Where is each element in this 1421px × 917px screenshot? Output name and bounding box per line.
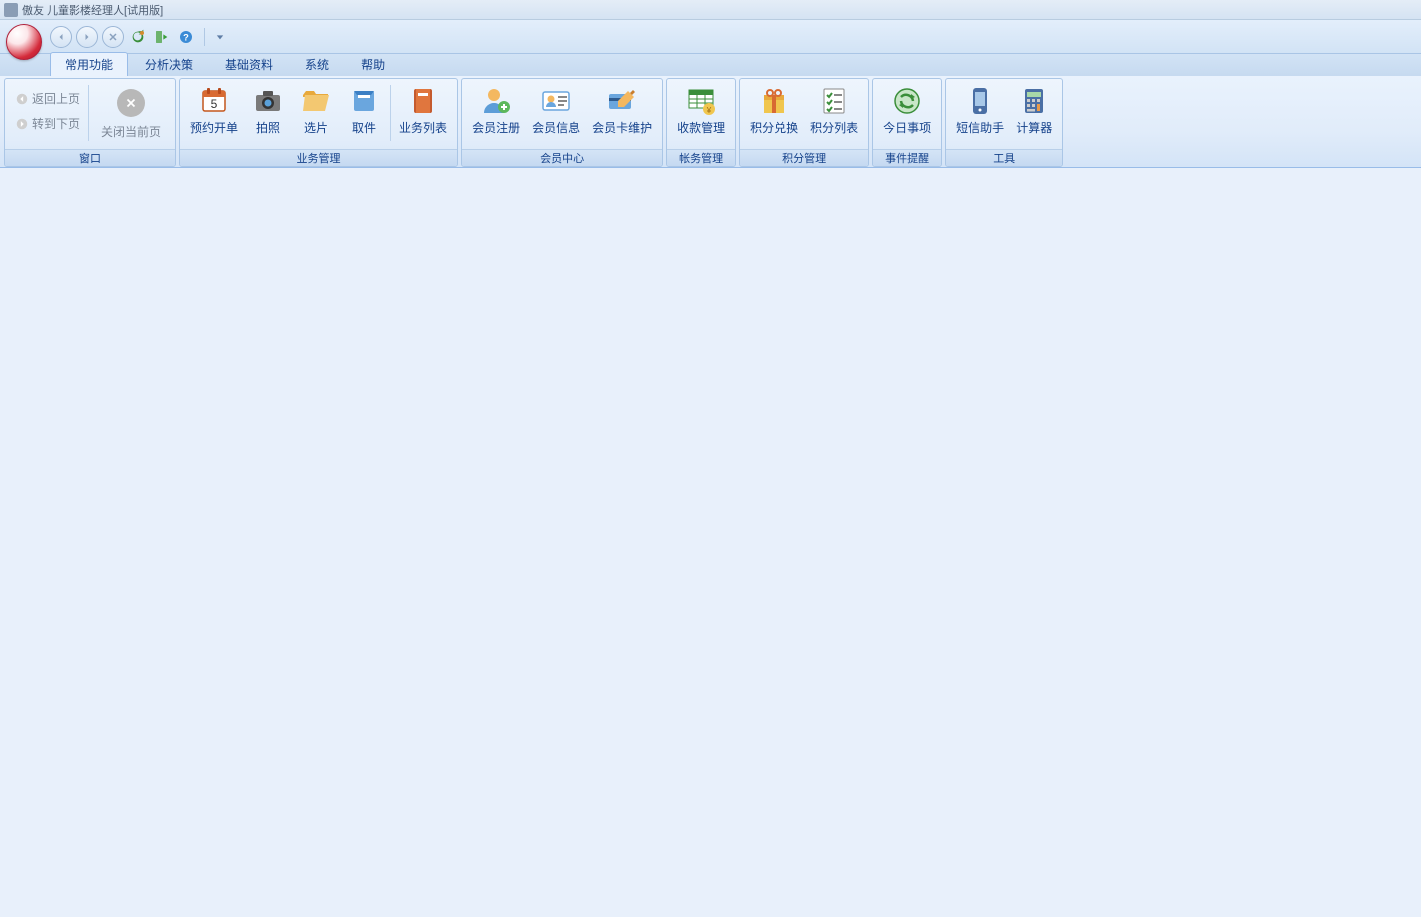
forward-page-label: 转到下页 — [32, 115, 80, 132]
group-reminder: 今日事项 事件提醒 — [872, 78, 942, 167]
group-title: 积分管理 — [740, 149, 868, 166]
pickup-label: 取件 — [352, 119, 376, 136]
points-list-label: 积分列表 — [810, 119, 858, 136]
today-label: 今日事项 — [883, 119, 931, 136]
nav-back-button[interactable] — [50, 26, 72, 48]
close-circle-icon — [117, 89, 145, 117]
close-page-label: 关闭当前页 — [101, 123, 161, 140]
tab-basedata[interactable]: 基础资料 — [210, 52, 288, 76]
group-title: 事件提醒 — [873, 149, 941, 166]
phone-icon — [964, 85, 996, 117]
select-button[interactable]: 选片 — [292, 81, 340, 145]
user-add-icon — [480, 85, 512, 117]
book-icon — [407, 85, 439, 117]
separator — [204, 28, 205, 46]
refresh-circle-icon — [891, 85, 923, 117]
close-page-button[interactable]: 关闭当前页 — [91, 81, 171, 145]
select-label: 选片 — [304, 119, 328, 136]
photo-label: 拍照 — [256, 119, 280, 136]
tab-help[interactable]: 帮助 — [346, 52, 400, 76]
back-page-label: 返回上页 — [32, 90, 80, 107]
pickup-button[interactable]: 取件 — [340, 81, 388, 145]
member-info-button[interactable]: 会员信息 — [526, 81, 586, 145]
photo-button[interactable]: 拍照 — [244, 81, 292, 145]
help-button[interactable]: ? — [176, 27, 196, 47]
title-bar: 傲友 儿童影楼经理人[试用版] — [0, 0, 1421, 20]
table-money-icon: ¥ — [685, 85, 717, 117]
member-card-button[interactable]: 会员卡维护 — [586, 81, 658, 145]
member-register-button[interactable]: 会员注册 — [466, 81, 526, 145]
collect-label: 收款管理 — [677, 119, 725, 136]
calculator-icon — [1018, 85, 1050, 117]
calc-label: 计算器 — [1016, 119, 1052, 136]
booking-button[interactable]: 5 预约开单 — [184, 81, 244, 145]
group-business: 5 预约开单 拍照 选片 取件 业务列表 业务管理 — [179, 78, 458, 167]
group-member: 会员注册 会员信息 会员卡维护 会员中心 — [461, 78, 663, 167]
calc-button[interactable]: 计算器 — [1010, 81, 1058, 145]
app-menu-button[interactable] — [6, 24, 42, 60]
content-area — [0, 168, 1421, 917]
group-title: 会员中心 — [462, 149, 662, 166]
chevron-down-icon — [216, 33, 224, 41]
svg-text:5: 5 — [211, 97, 218, 111]
member-card-label: 会员卡维护 — [592, 119, 652, 136]
member-info-label: 会员信息 — [532, 119, 580, 136]
sms-button[interactable]: 短信助手 — [950, 81, 1010, 145]
points-list-button[interactable]: 积分列表 — [804, 81, 864, 145]
group-points: 积分兑换 积分列表 积分管理 — [739, 78, 869, 167]
group-title: 窗口 — [5, 149, 175, 166]
group-title: 工具 — [946, 149, 1062, 166]
arrow-left-icon — [15, 92, 29, 106]
member-register-label: 会员注册 — [472, 119, 520, 136]
help-icon: ? — [178, 29, 194, 45]
business-list-label: 业务列表 — [399, 119, 447, 136]
id-card-icon — [540, 85, 572, 117]
arrow-right-icon — [81, 31, 93, 43]
group-title: 业务管理 — [180, 149, 457, 166]
sms-label: 短信助手 — [956, 119, 1004, 136]
back-page-button[interactable]: 返回上页 — [9, 87, 86, 110]
arrow-left-icon — [55, 31, 67, 43]
quick-access-toolbar: ? — [0, 20, 1421, 54]
svg-text:?: ? — [183, 32, 189, 42]
window-title: 傲友 儿童影楼经理人[试用版] — [22, 2, 163, 18]
camera-icon — [252, 85, 284, 117]
qat-customize-dropdown[interactable] — [215, 29, 225, 45]
refresh-button[interactable] — [128, 27, 148, 47]
separator — [390, 85, 391, 141]
today-button[interactable]: 今日事项 — [877, 81, 937, 145]
svg-text:¥: ¥ — [706, 106, 712, 115]
package-icon — [348, 85, 380, 117]
points-exchange-button[interactable]: 积分兑换 — [744, 81, 804, 145]
folder-open-icon — [300, 85, 332, 117]
business-list-button[interactable]: 业务列表 — [393, 81, 453, 145]
tab-system[interactable]: 系统 — [290, 52, 344, 76]
ribbon: 返回上页 转到下页 关闭当前页 窗口 5 预约开单 — [0, 76, 1421, 168]
calendar-icon: 5 — [198, 85, 230, 117]
tab-analysis[interactable]: 分析决策 — [130, 52, 208, 76]
tab-common[interactable]: 常用功能 — [50, 52, 128, 76]
app-small-icon — [4, 3, 18, 17]
refresh-icon — [130, 29, 146, 45]
group-account: ¥ 收款管理 帐务管理 — [666, 78, 736, 167]
exit-button[interactable] — [152, 27, 172, 47]
collect-button[interactable]: ¥ 收款管理 — [671, 81, 731, 145]
separator — [88, 85, 89, 141]
nav-forward-button[interactable] — [76, 26, 98, 48]
arrow-right-icon — [15, 117, 29, 131]
group-title: 帐务管理 — [667, 149, 735, 166]
close-icon — [107, 31, 119, 43]
points-exchange-label: 积分兑换 — [750, 119, 798, 136]
card-edit-icon — [606, 85, 638, 117]
ribbon-tabs: 常用功能 分析决策 基础资料 系统 帮助 — [0, 54, 1421, 76]
nav-stop-button[interactable] — [102, 26, 124, 48]
exit-icon — [154, 29, 170, 45]
booking-label: 预约开单 — [190, 119, 238, 136]
forward-page-button[interactable]: 转到下页 — [9, 112, 86, 135]
group-window: 返回上页 转到下页 关闭当前页 窗口 — [4, 78, 176, 167]
checklist-icon — [818, 85, 850, 117]
group-tools: 短信助手 计算器 工具 — [945, 78, 1063, 167]
gift-icon — [758, 85, 790, 117]
